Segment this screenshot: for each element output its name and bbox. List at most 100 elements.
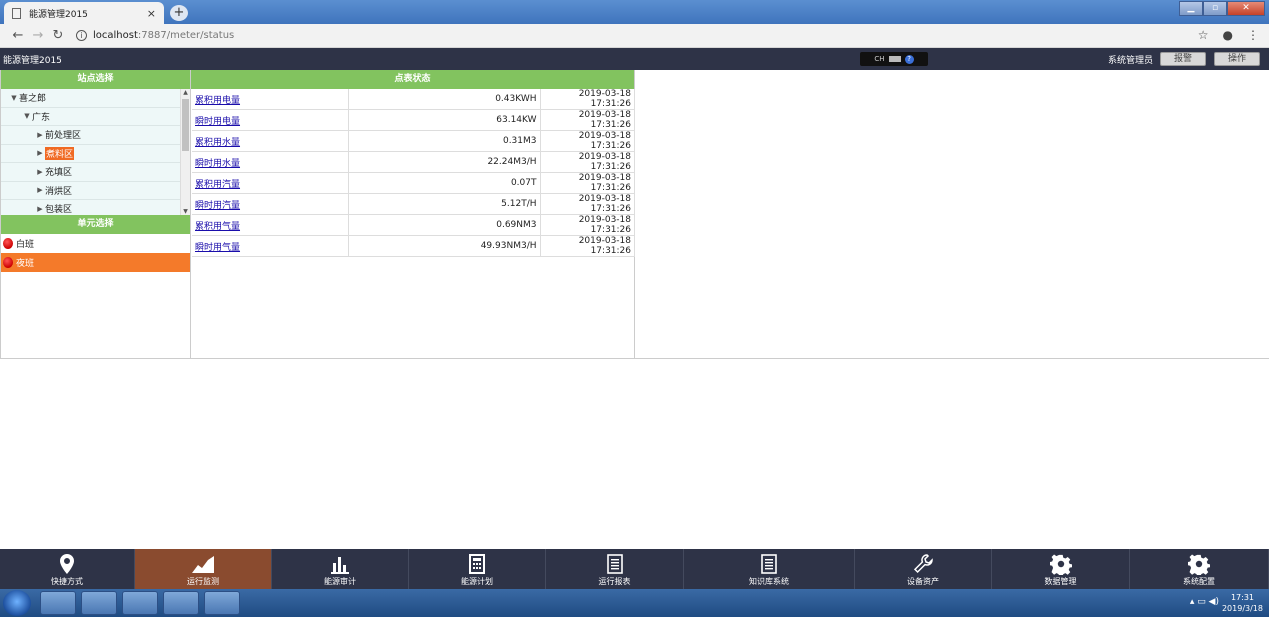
- tree-node[interactable]: ▼ 喜之郎: [1, 89, 190, 108]
- meter-link[interactable]: 瞬时用电量: [195, 117, 240, 127]
- unit-item[interactable]: 白班: [1, 234, 190, 253]
- taskbar-remote[interactable]: [204, 591, 240, 615]
- nav-item[interactable]: 快捷方式: [0, 549, 135, 589]
- reload-icon[interactable]: ↻: [48, 28, 68, 43]
- back-icon[interactable]: ←: [8, 28, 28, 43]
- calculator-icon: [466, 553, 488, 575]
- caret-right-icon[interactable]: ▶: [35, 186, 45, 194]
- meter-link[interactable]: 瞬时用汽量: [195, 201, 240, 211]
- scroll-thumb[interactable]: [182, 99, 189, 151]
- nav-item[interactable]: 设备资产: [855, 549, 992, 589]
- tree-node[interactable]: ▶ 充填区: [1, 163, 190, 182]
- meter-timestamp: 2019-03-18 17:31:26: [540, 235, 635, 257]
- minimize-icon[interactable]: ▁: [1179, 1, 1203, 16]
- tree-node-label[interactable]: 煮料区: [45, 146, 75, 160]
- alarm-button[interactable]: 报警: [1160, 52, 1206, 66]
- caret-down-icon[interactable]: ▼: [22, 112, 32, 120]
- meter-link[interactable]: 累积用电量: [195, 96, 240, 106]
- meter-link[interactable]: 瞬时用水量: [195, 159, 240, 169]
- caret-right-icon[interactable]: ▶: [35, 205, 45, 213]
- meter-name-cell: 瞬时用电量: [192, 109, 349, 131]
- meter-link[interactable]: 瞬时用气量: [195, 243, 240, 253]
- left-panel: 站点选择 ▼ 喜之郎 ▼ 广东 ▶ 前处理区 ▶ 煮料区 ▶ 充填区 ▶ 消烘区 ▶ 包装区 ▲ ▼ 单元…: [0, 70, 191, 358]
- scroll-up-icon[interactable]: ▲: [181, 89, 190, 96]
- tree-node-label[interactable]: 广东: [32, 110, 50, 123]
- unit-label: 夜班: [16, 259, 35, 269]
- meter-name-cell: 瞬时用汽量: [192, 193, 349, 215]
- maximize-icon[interactable]: ▫: [1203, 1, 1227, 16]
- tree-node-label[interactable]: 包装区: [45, 202, 72, 215]
- caret-down-icon[interactable]: ▼: [9, 94, 19, 102]
- bookmark-star-icon[interactable]: ☆: [1198, 28, 1209, 42]
- tree-node[interactable]: ▶ 煮料区: [1, 145, 190, 163]
- app-title: 能源管理2015: [3, 56, 62, 66]
- tree-node[interactable]: ▶ 前处理区: [1, 126, 190, 145]
- tree-node-label[interactable]: 喜之郎: [19, 91, 46, 104]
- tree-node[interactable]: ▶ 包装区: [1, 200, 190, 215]
- tree-node-label[interactable]: 消烘区: [45, 184, 72, 197]
- taskbar-app[interactable]: [163, 591, 199, 615]
- forward-icon[interactable]: →: [28, 28, 48, 43]
- status-dot-icon: [3, 238, 13, 249]
- tree-node-label[interactable]: 前处理区: [45, 128, 81, 141]
- meter-name-cell: 累积用水量: [192, 130, 349, 152]
- scroll-down-icon[interactable]: ▼: [181, 208, 190, 215]
- taskbar-explorer[interactable]: [81, 591, 117, 615]
- app-header: 能源管理2015 CH ? 系统管理员 报警 操作: [0, 48, 1269, 70]
- tree-node[interactable]: ▼ 广东: [1, 108, 190, 126]
- tab-close-icon[interactable]: ×: [147, 7, 156, 20]
- system-tray[interactable]: ▴ ▭ ◀): [1190, 597, 1219, 607]
- nav-item-label: 运行监测: [187, 577, 219, 586]
- start-button[interactable]: [3, 590, 31, 616]
- nav-item[interactable]: 能源计划: [409, 549, 546, 589]
- nav-item[interactable]: 运行报表: [546, 549, 684, 589]
- nav-item[interactable]: 运行监测: [135, 549, 272, 589]
- language-bar[interactable]: CH ?: [860, 52, 928, 66]
- unit-list: 白班夜班: [1, 234, 190, 272]
- taskbar-ie[interactable]: [122, 591, 158, 615]
- table-row: 累积用汽量 0.07T 2019-03-18 17:31:26: [192, 172, 635, 194]
- caret-right-icon[interactable]: ▶: [35, 168, 45, 176]
- menu-kebab-icon[interactable]: ⋮: [1247, 28, 1259, 42]
- nav-item-label: 设备资产: [907, 577, 939, 586]
- account-icon[interactable]: ●: [1223, 28, 1233, 42]
- main-content: 站点选择 ▼ 喜之郎 ▼ 广东 ▶ 前处理区 ▶ 煮料区 ▶ 充填区 ▶ 消烘区 ▶ 包装区 ▲ ▼ 单元…: [0, 70, 1269, 549]
- nav-item[interactable]: 数据管理: [992, 549, 1130, 589]
- meter-name-cell: 瞬时用气量: [192, 235, 349, 257]
- bar-chart-icon: [329, 553, 351, 575]
- nav-item-label: 知识库系统: [749, 577, 789, 586]
- nav-item[interactable]: 系统配置: [1130, 549, 1269, 589]
- caret-right-icon[interactable]: ▶: [35, 131, 45, 139]
- taskbar-chrome[interactable]: [40, 591, 76, 615]
- language-code: CH: [874, 55, 885, 63]
- wrench-icon: [912, 553, 934, 575]
- operate-button[interactable]: 操作: [1214, 52, 1260, 66]
- nav-item-label: 运行报表: [598, 577, 631, 586]
- map-pin-icon: [56, 553, 78, 575]
- nav-item[interactable]: 能源审计: [272, 549, 409, 589]
- new-tab-button[interactable]: +: [170, 5, 188, 21]
- tree-node[interactable]: ▶ 消烘区: [1, 182, 190, 200]
- caret-right-icon[interactable]: ▶: [35, 149, 45, 157]
- meter-link[interactable]: 累积用水量: [195, 138, 240, 148]
- taskbar-clock[interactable]: 17:31 2019/3/18: [1222, 592, 1263, 614]
- unit-item[interactable]: 夜班: [1, 253, 190, 272]
- info-icon[interactable]: i: [76, 30, 87, 41]
- browser-tab[interactable]: 能源管理2015 ×: [4, 2, 164, 24]
- page-icon: [12, 7, 21, 19]
- area-chart-icon: [192, 553, 214, 575]
- help-icon[interactable]: ?: [904, 54, 914, 64]
- nav-item[interactable]: 知识库系统: [684, 549, 855, 589]
- meter-name-cell: 累积用电量: [192, 89, 349, 110]
- meter-link[interactable]: 累积用气量: [195, 222, 240, 232]
- address-bar: ← → ↻ i localhost:7887/meter/status ☆ ● …: [0, 24, 1269, 48]
- meter-link[interactable]: 累积用汽量: [195, 180, 240, 190]
- document-icon: [758, 553, 780, 575]
- url-field[interactable]: i localhost:7887/meter/status: [76, 30, 234, 41]
- address-bar-actions: ☆ ● ⋮: [1198, 28, 1259, 42]
- window-close-icon[interactable]: ✕: [1227, 1, 1265, 16]
- meter-name-cell: 瞬时用水量: [192, 151, 349, 173]
- tree-scrollbar[interactable]: ▲ ▼: [180, 89, 190, 215]
- table-row: 瞬时用气量 49.93NM3/H 2019-03-18 17:31:26: [192, 235, 635, 257]
- tree-node-label[interactable]: 充填区: [45, 165, 72, 178]
